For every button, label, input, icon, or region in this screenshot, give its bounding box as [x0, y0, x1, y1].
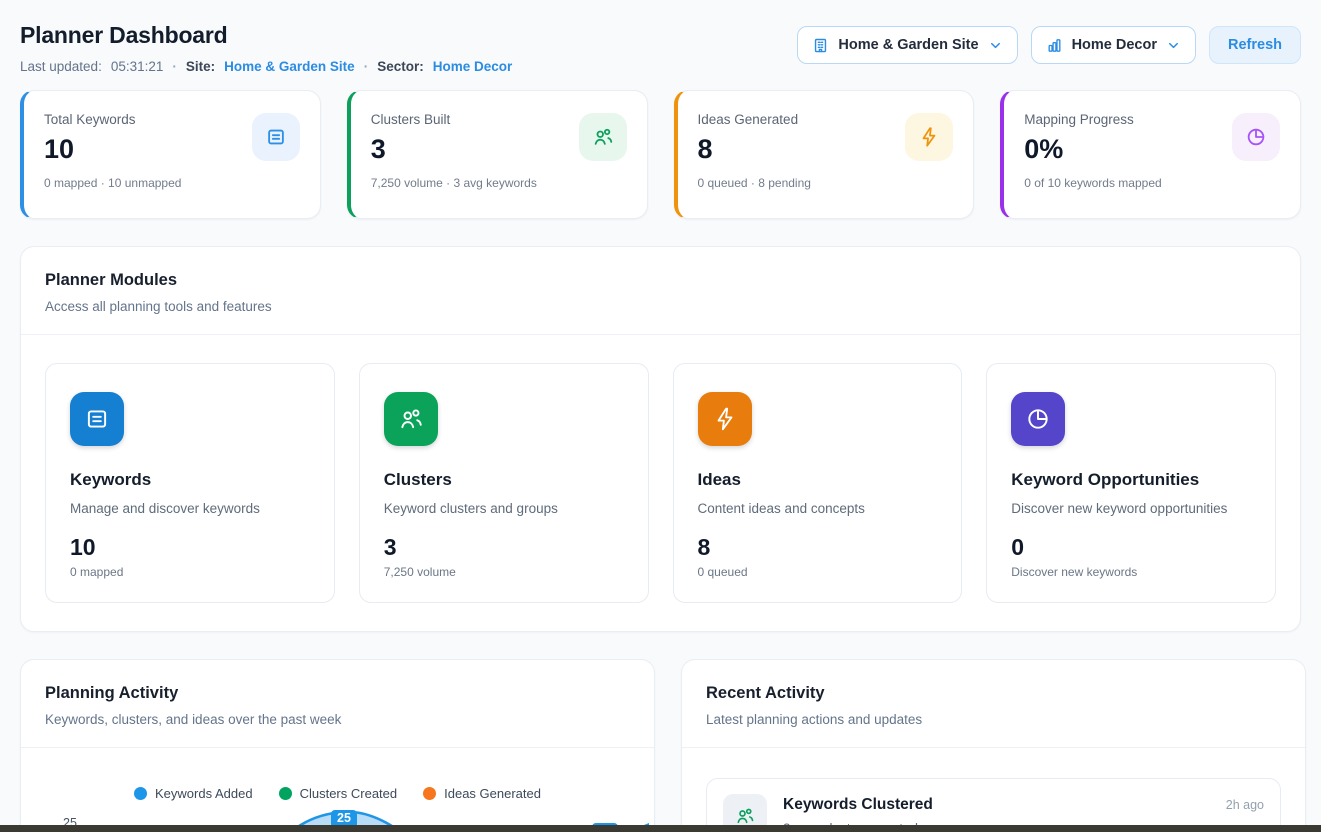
divider	[682, 747, 1305, 748]
recent-activity-title: Recent Activity	[706, 684, 1281, 703]
module-value: 3	[384, 536, 624, 559]
legend-label: Ideas Generated	[444, 786, 541, 801]
recent-activity-head: Recent Activity Latest planning actions …	[682, 660, 1305, 727]
planning-activity-head: Planning Activity Keywords, clusters, an…	[21, 660, 654, 727]
activity-item-keywords-clustered[interactable]: Keywords Clustered 2h ago 3 new clusters…	[706, 778, 1281, 832]
modules-panel-subtitle: Access all planning tools and features	[45, 299, 1276, 314]
site-selector-label: Home & Garden Site	[838, 37, 978, 53]
modules-panel-title: Planner Modules	[45, 271, 1276, 290]
pie-chart-icon	[1011, 392, 1065, 446]
legend-dot-orange	[423, 787, 436, 800]
module-title: Clusters	[384, 470, 624, 490]
legend-label: Clusters Created	[300, 786, 398, 801]
chevron-down-icon	[1166, 38, 1181, 53]
stat-sub: 0 of 10 keywords mapped	[1024, 176, 1280, 190]
last-updated-value: 05:31:21	[111, 59, 164, 74]
module-description: Keyword clusters and groups	[384, 501, 624, 516]
recent-activity-subtitle: Latest planning actions and updates	[706, 712, 1281, 727]
header-left: Planner Dashboard Last updated: 05:31:21…	[20, 22, 512, 74]
legend-item-keywords-added: Keywords Added	[134, 786, 253, 801]
sector-selector-dropdown[interactable]: Home Decor	[1031, 26, 1196, 64]
lightning-icon	[698, 392, 752, 446]
bottom-row: Planning Activity Keywords, clusters, an…	[20, 659, 1301, 832]
stat-sub: 0 mapped · 10 unmapped	[44, 176, 300, 190]
stat-sub: 0 queued · 8 pending	[698, 176, 954, 190]
module-description: Discover new keyword opportunities	[1011, 501, 1251, 516]
bar-chart-icon	[1046, 37, 1063, 54]
module-description: Manage and discover keywords	[70, 501, 310, 516]
legend-item-clusters-created: Clusters Created	[279, 786, 398, 801]
divider	[21, 747, 654, 748]
legend-dot-green	[279, 787, 292, 800]
header-actions: Home & Garden Site Home Decor	[797, 26, 1301, 64]
refresh-button[interactable]: Refresh	[1209, 26, 1301, 64]
meta-separator: ·	[364, 59, 369, 74]
stats-row: Total Keywords 10 0 mapped · 10 unmapped…	[20, 90, 1301, 219]
sector-link[interactable]: Home Decor	[433, 59, 513, 74]
stat-card-mapping-progress: Mapping Progress 0% 0 of 10 keywords map…	[1000, 90, 1301, 219]
module-description: Content ideas and concepts	[698, 501, 938, 516]
chart-legend: Keywords Added Clusters Created Ideas Ge…	[21, 786, 654, 801]
module-card-clusters[interactable]: Clusters Keyword clusters and groups 3 7…	[359, 363, 649, 603]
site-selector-dropdown[interactable]: Home & Garden Site	[797, 26, 1017, 64]
recent-activity-panel: Recent Activity Latest planning actions …	[681, 659, 1306, 832]
module-sub: Discover new keywords	[1011, 565, 1251, 579]
module-title: Keywords	[70, 470, 310, 490]
header-meta: Last updated: 05:31:21 · Site: Home & Ga…	[20, 59, 512, 74]
last-updated-label: Last updated:	[20, 59, 102, 74]
module-sub: 0 mapped	[70, 565, 310, 579]
legend-item-ideas-generated: Ideas Generated	[423, 786, 541, 801]
module-card-ideas[interactable]: Ideas Content ideas and concepts 8 0 que…	[673, 363, 963, 603]
pie-chart-icon	[1232, 113, 1280, 161]
sector-label: Sector:	[377, 59, 424, 74]
planning-activity-panel: Planning Activity Keywords, clusters, an…	[20, 659, 655, 832]
module-sub: 7,250 volume	[384, 565, 624, 579]
planner-dashboard-page: Planner Dashboard Last updated: 05:31:21…	[0, 0, 1321, 832]
module-value: 0	[1011, 536, 1251, 559]
stat-card-total-keywords: Total Keywords 10 0 mapped · 10 unmapped	[20, 90, 321, 219]
activity-title: Keywords Clustered	[783, 796, 933, 814]
module-title: Ideas	[698, 470, 938, 490]
users-icon	[579, 113, 627, 161]
planning-activity-subtitle: Keywords, clusters, and ideas over the p…	[45, 712, 630, 727]
topbar: Planner Dashboard Last updated: 05:31:21…	[20, 22, 1301, 74]
activity-time: 2h ago	[1226, 796, 1264, 812]
stat-sub: 7,250 volume · 3 avg keywords	[371, 176, 627, 190]
meta-separator: ·	[172, 59, 177, 74]
building-icon	[812, 37, 829, 54]
sector-selector-label: Home Decor	[1072, 37, 1157, 53]
site-label: Site:	[186, 59, 215, 74]
modules-panel-head: Planner Modules Access all planning tool…	[21, 247, 1300, 314]
module-card-keywords[interactable]: Keywords Manage and discover keywords 10…	[45, 363, 335, 603]
legend-label: Keywords Added	[155, 786, 253, 801]
module-value: 10	[70, 536, 310, 559]
planning-activity-title: Planning Activity	[45, 684, 630, 703]
legend-dot-blue	[134, 787, 147, 800]
site-link[interactable]: Home & Garden Site	[224, 59, 355, 74]
module-sub: 0 queued	[698, 565, 938, 579]
chevron-down-icon	[988, 38, 1003, 53]
modules-grid: Keywords Manage and discover keywords 10…	[45, 363, 1276, 603]
planner-modules-panel: Planner Modules Access all planning tool…	[20, 246, 1301, 632]
module-card-keyword-opportunities[interactable]: Keyword Opportunities Discover new keywo…	[986, 363, 1276, 603]
divider	[21, 334, 1300, 335]
users-icon	[384, 392, 438, 446]
lightning-icon	[905, 113, 953, 161]
stat-card-clusters-built: Clusters Built 3 7,250 volume · 3 avg ke…	[347, 90, 648, 219]
document-lines-icon	[70, 392, 124, 446]
page-title: Planner Dashboard	[20, 22, 512, 49]
stat-card-ideas-generated: Ideas Generated 8 0 queued · 8 pending	[674, 90, 975, 219]
module-value: 8	[698, 536, 938, 559]
document-lines-icon	[252, 113, 300, 161]
module-title: Keyword Opportunities	[1011, 470, 1251, 490]
bottom-dark-bar	[0, 825, 1321, 832]
